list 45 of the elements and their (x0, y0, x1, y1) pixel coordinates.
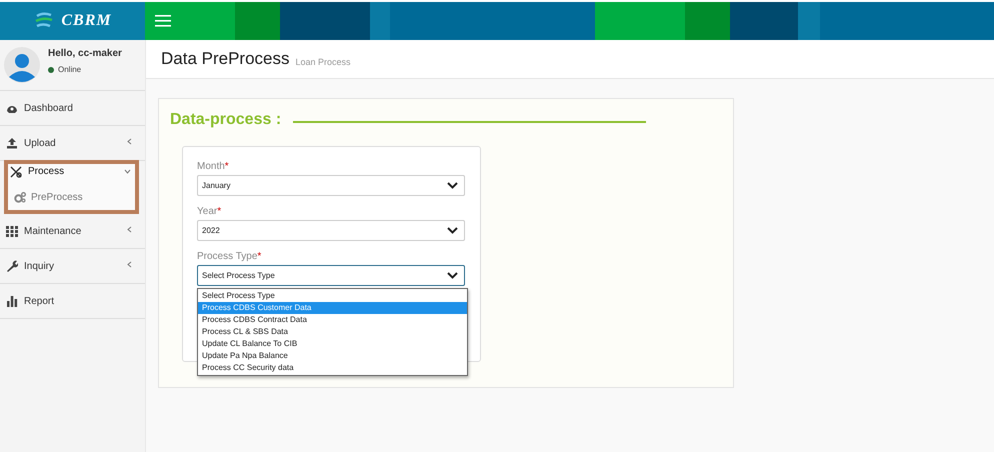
field-label: Year (197, 206, 218, 217)
user-greeting: Hello, cc-maker (48, 48, 122, 59)
menu-item-icon (6, 137, 18, 149)
logo-icon (33, 12, 56, 30)
dropdown-option[interactable]: Process CL & SBS Data (198, 326, 467, 338)
sidebar-item[interactable]: Upload (0, 126, 145, 160)
select-field[interactable]: January (197, 175, 465, 196)
chevron-icon (126, 261, 133, 268)
caret-icon (447, 182, 458, 189)
chevron-icon (126, 138, 133, 145)
menu-item-icon (10, 166, 22, 178)
field-label: Month (197, 161, 225, 172)
brand-name: CBRM (61, 12, 112, 30)
caret-icon (447, 272, 458, 279)
avatar-icon (4, 47, 40, 83)
menu-item-icon (6, 260, 18, 272)
required-mark: * (257, 251, 262, 262)
required-mark: * (224, 161, 229, 172)
sidebar-item[interactable]: Dashboard (0, 91, 145, 125)
status-dot-icon (48, 66, 54, 72)
dropdown-option[interactable]: Select Process Type (198, 290, 467, 302)
dropdown-option[interactable]: Process CC Security data (198, 362, 467, 374)
page-subtitle: Loan Process (296, 56, 351, 66)
dropdown-option[interactable]: Update Pa Npa Balance (198, 350, 467, 362)
menu-item-icon (6, 295, 18, 307)
select-field[interactable]: Select Process Type (197, 265, 465, 286)
sidebar-item[interactable]: Report (0, 284, 145, 318)
select-field[interactable]: 2022 (197, 220, 465, 241)
required-mark: * (217, 206, 222, 217)
sidebar-item[interactable]: Maintenance (0, 214, 145, 248)
dropdown-option[interactable]: Update CL Balance To CIB (198, 338, 467, 350)
sidebar-item[interactable]: Process (8, 164, 135, 186)
chevron-icon (124, 168, 131, 175)
chevron-icon (126, 226, 133, 233)
sidebar-item[interactable]: Inquiry (0, 249, 145, 283)
menu-icon[interactable] (155, 15, 171, 27)
gears-icon (14, 192, 26, 202)
submenu-item[interactable]: PreProcess (8, 186, 135, 208)
dropdown-option[interactable]: Process CDBS Contract Data (198, 314, 467, 326)
user-status: Online (58, 65, 82, 74)
page-title: Data PreProcess (161, 49, 290, 69)
section-title: Data-process : (170, 111, 282, 129)
menu-item-icon (6, 225, 18, 237)
caret-icon (447, 227, 458, 234)
field-label: Process Type (197, 251, 258, 262)
